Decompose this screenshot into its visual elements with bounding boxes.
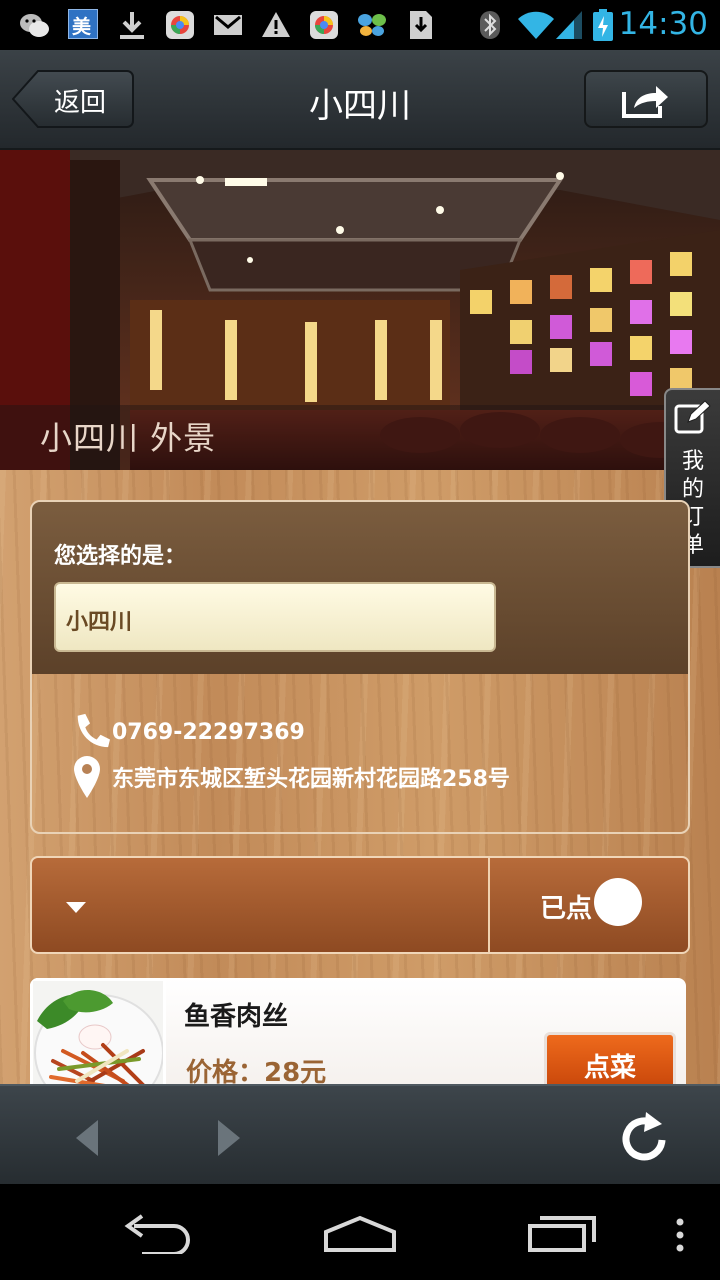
- dropdown-arrow-icon: [66, 902, 86, 913]
- app-icon: [166, 11, 194, 39]
- wechat-icon: [20, 14, 49, 37]
- download-icon: [120, 12, 144, 39]
- nav-back-icon[interactable]: [122, 1214, 194, 1254]
- share-button[interactable]: [584, 70, 708, 128]
- phone-icon: [77, 713, 110, 748]
- sd-download-icon: [410, 11, 432, 39]
- meituan-icon: 美: [68, 9, 98, 39]
- bluetooth-icon: [480, 11, 500, 39]
- gmail-icon: [214, 15, 242, 35]
- category-filter-bar: 已点: [30, 856, 690, 954]
- selected-restaurant-value: 小四川: [66, 610, 133, 635]
- butterfly-icon: [358, 14, 386, 36]
- clock: 14:30: [618, 6, 708, 42]
- meituan-text: 美: [72, 16, 92, 38]
- overflow-menu-icon[interactable]: [674, 1218, 686, 1252]
- signal-icon: [556, 11, 582, 39]
- status-bar: 美 14:30: [0, 0, 720, 50]
- title-bar: 返回 小四川: [0, 50, 720, 150]
- selection-panel: 您选择的是： 小四川: [32, 502, 688, 674]
- browser-forward-icon[interactable]: [214, 1118, 244, 1158]
- category-dropdown[interactable]: [32, 858, 488, 952]
- restaurant-info-card: 您选择的是： 小四川 0769-22297369 东莞市东城区堑头花园新村花园路…: [30, 500, 690, 834]
- banner-caption: 小四川 外景: [40, 419, 217, 457]
- ordered-label: 已点: [540, 894, 593, 924]
- app-icon: [310, 11, 338, 39]
- wifi-icon: [518, 11, 554, 39]
- order-dish-button[interactable]: 点菜: [544, 1032, 676, 1092]
- ordered-toggle-knob: [594, 878, 642, 926]
- address[interactable]: 东莞市东城区堑头花园新村花园路258号: [112, 761, 510, 793]
- refresh-icon[interactable]: [620, 1110, 668, 1164]
- selection-label: 您选择的是：: [54, 544, 187, 569]
- location-pin-icon: [74, 756, 100, 798]
- share-icon: [622, 86, 668, 118]
- nav-home-icon[interactable]: [322, 1214, 398, 1254]
- warning-icon: [262, 12, 290, 37]
- ordered-filter-toggle[interactable]: 已点: [490, 858, 688, 952]
- edit-icon: [674, 400, 711, 434]
- order-dish-button-label: 点菜: [583, 1053, 636, 1083]
- my-order-char-1: 我: [681, 449, 704, 474]
- browser-toolbar: [0, 1084, 720, 1186]
- restaurant-banner[interactable]: 小四川 外景: [0, 150, 720, 470]
- dish-name: 鱼香肉丝: [184, 1002, 289, 1032]
- browser-back-icon[interactable]: [72, 1118, 102, 1158]
- phone-number[interactable]: 0769-22297369: [112, 720, 305, 745]
- selected-restaurant-field[interactable]: 小四川: [54, 582, 496, 652]
- nav-recent-apps-icon[interactable]: [526, 1214, 598, 1254]
- system-nav-bar: [0, 1184, 720, 1280]
- banner-caption-bar: 小四川 外景: [0, 405, 720, 470]
- battery-charging-icon: [593, 9, 613, 41]
